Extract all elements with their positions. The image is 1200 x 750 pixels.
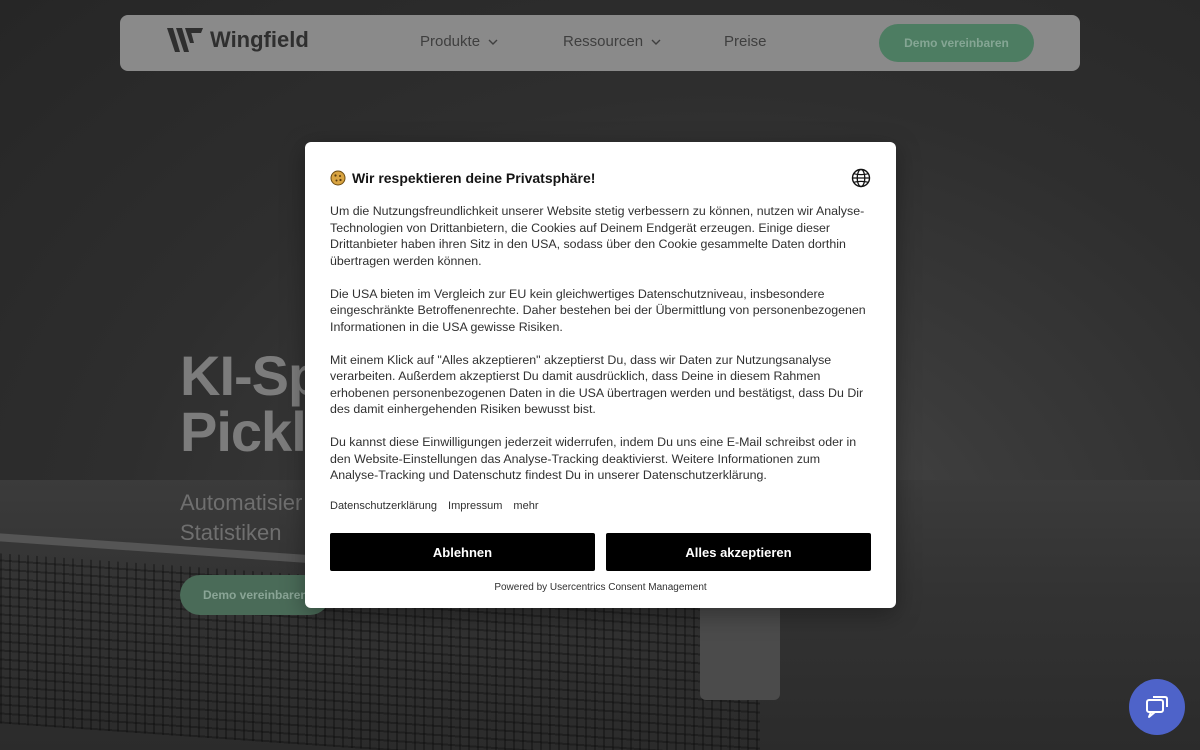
chat-button[interactable] bbox=[1129, 679, 1185, 735]
chevron-down-icon bbox=[651, 39, 661, 45]
nav-item-label: Produkte bbox=[420, 33, 481, 50]
cookie-icon bbox=[330, 170, 346, 186]
consent-paragraph: Mit einem Klick auf "Alles akzeptieren" … bbox=[330, 352, 864, 417]
consent-paragraph: Die USA bieten im Vergleich zur EU kein … bbox=[330, 286, 866, 334]
navbar: Wingfield Produkte Ressourcen Preise Dem… bbox=[120, 15, 1080, 71]
logo[interactable]: Wingfield bbox=[166, 25, 309, 55]
consent-links: Datenschutzerklärung Impressum mehr bbox=[330, 500, 871, 512]
chat-icon bbox=[1146, 696, 1168, 718]
nav-item-produkte[interactable]: Produkte bbox=[420, 33, 498, 50]
globe-icon[interactable] bbox=[851, 168, 871, 188]
nav-item-label: Preise bbox=[724, 33, 767, 50]
privacy-policy-link[interactable]: Datenschutzerklärung bbox=[330, 500, 437, 512]
consent-paragraph: Um die Nutzungsfreundlichkeit unserer We… bbox=[330, 204, 865, 268]
nav-item-label: Ressourcen bbox=[563, 33, 644, 50]
consent-buttons: Ablehnen Alles akzeptieren bbox=[330, 533, 871, 571]
consent-header: Wir respektieren deine Privatsphäre! bbox=[330, 167, 871, 189]
imprint-link[interactable]: Impressum bbox=[448, 500, 502, 512]
hero-subtitle: Automatisier Statistiken bbox=[180, 490, 303, 545]
page: KI-Sp Pickle Automatisier Statistiken De… bbox=[0, 0, 1200, 750]
consent-paragraph: Du kannst diese Einwilligungen jederzeit… bbox=[330, 435, 857, 482]
accept-all-button[interactable]: Alles akzeptieren bbox=[606, 533, 871, 571]
nav-item-preise[interactable]: Preise bbox=[724, 33, 767, 50]
chevron-down-icon bbox=[488, 39, 498, 45]
nav-demo-button[interactable]: Demo vereinbaren bbox=[879, 24, 1034, 62]
deny-button[interactable]: Ablehnen bbox=[330, 533, 595, 571]
nav-item-ressourcen[interactable]: Ressourcen bbox=[563, 33, 661, 50]
consent-body: Um die Nutzungsfreundlichkeit unserer We… bbox=[330, 203, 871, 484]
powered-by-text: Powered by Usercentrics Consent Manageme… bbox=[494, 582, 707, 593]
more-link[interactable]: mehr bbox=[513, 500, 538, 512]
consent-title: Wir respektieren deine Privatsphäre! bbox=[352, 170, 596, 186]
consent-title-wrap: Wir respektieren deine Privatsphäre! bbox=[330, 170, 595, 186]
wingfield-logo-icon bbox=[167, 28, 203, 52]
logo-text: Wingfield bbox=[210, 27, 309, 52]
consent-dialog: Wir respektieren deine Privatsphäre! Um … bbox=[305, 142, 896, 608]
